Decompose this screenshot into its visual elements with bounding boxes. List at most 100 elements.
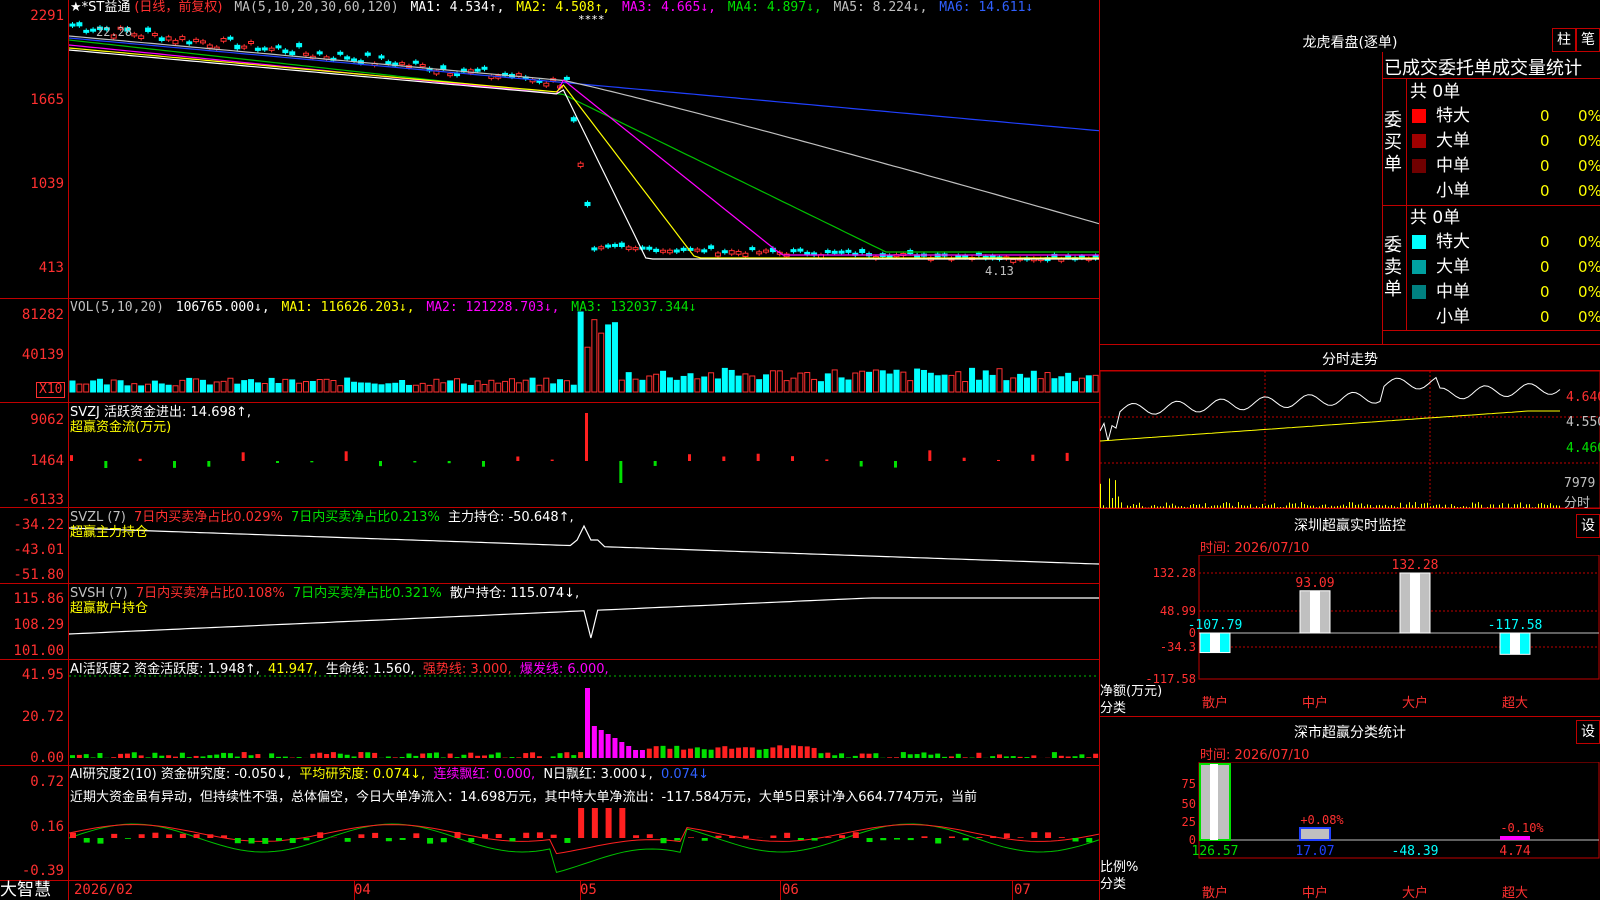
candle <box>1065 254 1072 259</box>
ai-act-axis-label: 20.72 <box>21 709 64 725</box>
activity-bar <box>942 756 948 758</box>
flow-bar <box>585 413 588 461</box>
candle <box>955 254 962 258</box>
candle <box>337 51 344 55</box>
kline-chart[interactable] <box>69 0 1099 880</box>
svzj-axis-label: -6133 <box>21 492 64 508</box>
activity-bar <box>200 756 206 758</box>
monitor-xlabel: 分类 <box>1100 701 1127 716</box>
activity-bar <box>385 756 391 758</box>
volume-bar <box>879 370 886 393</box>
volume-bar <box>213 381 220 393</box>
vol-unit-badge[interactable]: X10 <box>36 382 66 398</box>
research-bar <box>701 838 708 841</box>
candle <box>474 68 481 72</box>
candle <box>625 246 632 250</box>
research-bar <box>454 832 461 838</box>
monitor-category: 大户 <box>1402 695 1428 711</box>
flow-bar <box>310 461 314 463</box>
volume-bar <box>632 378 639 393</box>
volume-bar <box>598 332 605 393</box>
svsh-axis-label: 108.29 <box>13 617 64 633</box>
research-bar <box>825 837 832 838</box>
date-label: 2026/02 <box>74 882 134 898</box>
volume-bar <box>103 384 110 393</box>
order-type: 小单 <box>1436 307 1470 327</box>
stock-name[interactable]: ★*ST益通 <box>70 0 130 15</box>
activity-bar <box>804 746 810 758</box>
candle <box>660 249 667 253</box>
monitor-settings-button[interactable]: 设 <box>1576 514 1600 538</box>
svzl-axis-label: -51.80 <box>13 567 64 583</box>
activity-bar <box>475 755 481 758</box>
candle <box>804 251 811 255</box>
candle <box>385 61 392 65</box>
activity-bar <box>90 757 96 758</box>
candle <box>756 251 763 255</box>
ma6-value: MA6: 14.611↓ <box>939 0 1034 15</box>
volume-bar <box>357 382 364 393</box>
candle <box>570 117 577 122</box>
activity-bar <box>571 755 577 758</box>
candle <box>296 43 303 48</box>
candle <box>172 39 179 45</box>
monitor-frame <box>1198 555 1600 680</box>
bar-mode-button[interactable]: 柱 <box>1552 28 1576 52</box>
svsh-title: SVSH (7) <box>70 586 128 601</box>
stat-settings-button[interactable]: 设 <box>1576 720 1600 744</box>
monitor-category: 散户 <box>1202 695 1228 711</box>
activity-bar <box>516 757 522 758</box>
volume-bar <box>206 384 213 393</box>
svzj-header: SVZJ 活跃资金进出: 14.698↑, <box>70 406 255 420</box>
activity-bar <box>269 753 275 758</box>
volume-bar <box>426 384 433 393</box>
volume-bar <box>687 373 694 393</box>
period-label[interactable]: (日线，前复权) <box>134 0 222 15</box>
research-bar <box>1058 837 1065 838</box>
activity-bar <box>564 752 570 758</box>
research-bar <box>907 838 914 841</box>
activity-bar <box>97 753 103 758</box>
volume-bar <box>646 375 653 393</box>
stat-title: 深市超赢分类统计 <box>1294 725 1406 741</box>
order-color-swatch <box>1412 159 1426 173</box>
activity-bar <box>454 757 460 758</box>
activity-bar <box>173 756 178 758</box>
volume-bar <box>254 382 261 393</box>
volume-bar <box>412 384 419 393</box>
order-type: 大单 <box>1436 257 1470 277</box>
stat-axis-label: 25 <box>1182 815 1196 829</box>
tick-mode-button[interactable]: 笔 <box>1576 28 1600 52</box>
activity-bar <box>461 754 467 758</box>
stat-axis-label: 50 <box>1182 797 1196 811</box>
research-bar <box>70 832 76 838</box>
ai-res-header: AI研究度2(10) 资金研究度: -0.050↓, 平均研究度: 0.074↓… <box>70 768 713 782</box>
activity-bar <box>324 753 330 758</box>
date-label: 05 <box>580 882 597 898</box>
research-bar <box>852 832 859 838</box>
volume-bar <box>584 346 591 393</box>
order-stats-tabs[interactable]: 已成交委托单成交量统计 <box>1384 54 1582 80</box>
research-bar <box>97 838 104 844</box>
volume-bar <box>447 380 454 393</box>
volume-bar <box>392 382 399 393</box>
candle <box>680 247 687 251</box>
volume-bar <box>488 379 495 393</box>
monitor-category: 中户 <box>1302 695 1328 711</box>
candle <box>618 242 625 248</box>
activity-bar <box>935 753 941 758</box>
activity-bar <box>488 754 494 758</box>
candle <box>138 35 145 40</box>
intraday-chart[interactable] <box>1100 371 1600 508</box>
order-count: 0 <box>1540 308 1550 326</box>
activity-bar <box>694 747 700 758</box>
candle <box>742 252 749 257</box>
candle <box>302 52 309 56</box>
longhu-title: 龙虎看盘(逐单) <box>1302 35 1398 51</box>
flow-bar <box>173 461 176 468</box>
volume-bar <box>701 376 708 393</box>
activity-bar <box>214 754 220 758</box>
volume-bar <box>1023 377 1030 393</box>
activity-bar <box>598 730 604 758</box>
high-price-label: 22.28 <box>96 25 133 39</box>
